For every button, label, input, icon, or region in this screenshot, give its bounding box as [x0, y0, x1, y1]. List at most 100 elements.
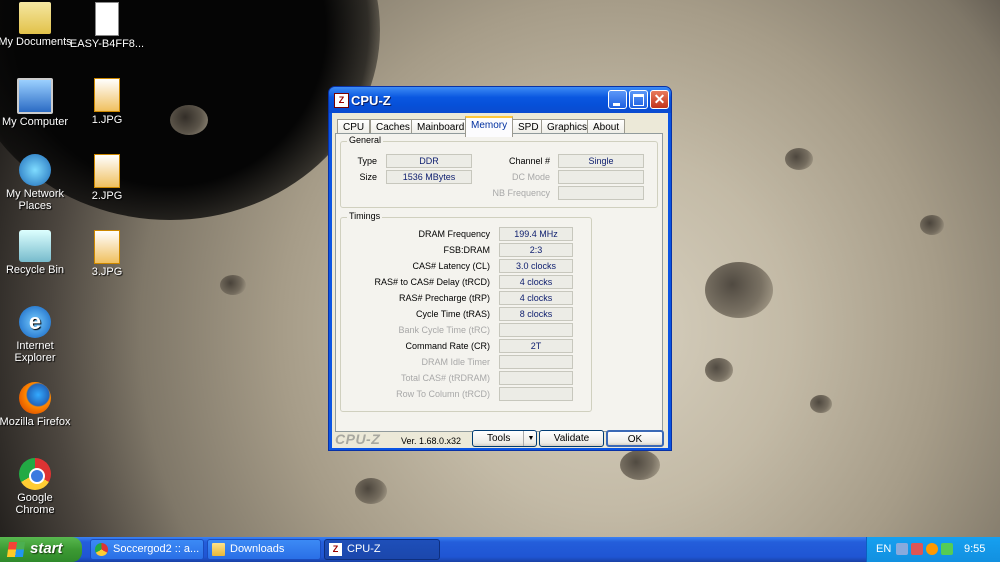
jpg-file-icon	[94, 154, 120, 188]
timing-value: 4 clocks	[499, 275, 573, 289]
close-button[interactable]: ✕	[650, 90, 669, 109]
firefox-icon	[19, 382, 51, 414]
nb-frequency-value	[558, 186, 644, 200]
tools-button-label: Tools	[487, 433, 511, 444]
crater	[220, 275, 246, 295]
timing-label: RAS# Precharge (tRP)	[398, 293, 490, 303]
desktop-icon-2-jpg[interactable]: 2.JPG	[62, 154, 152, 202]
dc-mode-label: DC Mode	[511, 172, 550, 182]
icon-label: 3.JPG	[91, 266, 123, 278]
timing-label: Bank Cycle Time (tRC)	[398, 325, 490, 335]
timing-value: 2:3	[499, 243, 573, 257]
tab-memory[interactable]: Memory	[465, 116, 514, 137]
tools-dropdown-button[interactable]: Tools ▼	[472, 430, 537, 447]
timing-label: DRAM Frequency	[418, 229, 490, 239]
icon-label: Mozilla Firefox	[0, 416, 71, 428]
desktop-icon-text-file[interactable]: EASY-B4FF8...	[62, 2, 152, 50]
type-value: DDR	[386, 154, 472, 168]
tray-network-icon[interactable]	[911, 543, 923, 555]
size-value: 1536 MBytes	[386, 170, 472, 184]
window-title: CPU-Z	[351, 93, 391, 108]
desktop-icon-3-jpg[interactable]: 3.JPG	[62, 230, 152, 278]
tray-update-icon[interactable]	[941, 543, 953, 555]
taskbar-item-chrome[interactable]: Soccergod2 :: a...	[90, 539, 204, 560]
timing-label: DRAM Idle Timer	[421, 357, 490, 367]
timing-value: 2T	[499, 339, 573, 353]
ok-button[interactable]: OK	[606, 430, 664, 447]
crater	[170, 105, 208, 135]
text-file-icon	[95, 2, 119, 36]
folder-icon	[212, 543, 225, 556]
taskbar-item-label: Downloads	[230, 543, 285, 555]
cpuz-window: Z CPU-Z ✕ CPU Caches Mainboard Memory SP…	[328, 86, 672, 451]
minimize-button[interactable]	[608, 90, 627, 109]
my-documents-icon	[19, 2, 51, 34]
dc-mode-value	[558, 170, 644, 184]
timings-group: Timings DRAM Frequency 199.4 MHz FSB:DRAM 2…	[340, 211, 592, 412]
chrome-icon	[19, 458, 51, 490]
internet-explorer-icon: e	[19, 306, 51, 338]
timing-label: Command Rate (CR)	[405, 341, 490, 351]
desktop: My Documents EASY-B4FF8... My Computer 1…	[0, 0, 1000, 537]
taskbar: start Soccergod2 :: a... Downloads Z CPU…	[0, 537, 1000, 562]
nb-frequency-label: NB Frequency	[492, 188, 550, 198]
channel-value: Single	[558, 154, 644, 168]
general-group-title: General	[347, 135, 384, 145]
crater	[705, 262, 773, 318]
icon-label: My Network Places	[5, 188, 65, 212]
desktop-icon-chrome[interactable]: Google Chrome	[0, 458, 80, 516]
taskbar-item-downloads[interactable]: Downloads	[207, 539, 321, 560]
start-button[interactable]: start	[0, 537, 82, 562]
size-label: Size	[359, 172, 377, 182]
crater	[810, 395, 832, 413]
timing-value: 8 clocks	[499, 307, 573, 321]
cpuz-app-icon[interactable]: Z	[334, 93, 349, 108]
crater	[620, 450, 660, 480]
timing-value	[499, 355, 573, 369]
desktop-icon-1-jpg[interactable]: 1.JPG	[62, 78, 152, 126]
timing-value: 3.0 clocks	[499, 259, 573, 273]
recycle-bin-icon	[19, 230, 51, 262]
channel-label: Channel #	[508, 156, 550, 166]
desktop-icon-firefox[interactable]: Mozilla Firefox	[0, 382, 80, 428]
taskbar-item-label: CPU-Z	[347, 543, 381, 555]
cpuz-icon: Z	[329, 543, 342, 556]
my-computer-icon	[17, 78, 53, 114]
icon-label: Google Chrome	[15, 492, 55, 516]
memory-panel: General Type DDR Size 1536 MBytes Channe…	[335, 133, 663, 432]
cpuz-brand-logo: CPU-Z	[335, 431, 381, 447]
windows-logo-icon	[6, 542, 26, 557]
version-label: Ver. 1.68.0.x32	[401, 436, 462, 446]
chrome-icon	[95, 543, 108, 556]
timing-label: Total CAS# (tRDRAM)	[400, 373, 490, 383]
tray-security-icon[interactable]	[926, 543, 938, 555]
chevron-down-icon[interactable]: ▼	[523, 431, 538, 446]
maximize-button[interactable]	[629, 90, 648, 109]
icon-label: 2.JPG	[91, 190, 123, 202]
timings-group-title: Timings	[347, 211, 383, 221]
crater	[355, 478, 387, 504]
general-group: General Type DDR Size 1536 MBytes Channe…	[340, 135, 658, 208]
validate-button[interactable]: Validate	[539, 430, 604, 447]
timing-value: 199.4 MHz	[499, 227, 573, 241]
timing-value: 4 clocks	[499, 291, 573, 305]
title-bar[interactable]: Z CPU-Z ✕	[329, 87, 671, 113]
window-footer: CPU-Z Ver. 1.68.0.x32 Tools ▼ Validate O…	[332, 430, 668, 448]
clock[interactable]: 9:55	[964, 543, 985, 555]
crater	[920, 215, 944, 235]
desktop-icon-internet-explorer[interactable]: e Internet Explorer	[0, 306, 80, 364]
close-icon: ✕	[653, 91, 666, 107]
crater	[785, 148, 813, 170]
network-places-icon	[19, 154, 51, 186]
language-indicator[interactable]: EN	[876, 543, 891, 555]
type-label: Type	[357, 156, 377, 166]
timing-label: FSB:DRAM	[443, 245, 490, 255]
timing-label: CAS# Latency (CL)	[412, 261, 490, 271]
timing-value	[499, 323, 573, 337]
tray-help-icon[interactable]	[896, 543, 908, 555]
taskbar-item-cpuz[interactable]: Z CPU-Z	[324, 539, 440, 560]
timing-label: Cycle Time (tRAS)	[415, 309, 490, 319]
timing-value	[499, 387, 573, 401]
window-client: CPU Caches Mainboard Memory SPD Graphics…	[332, 113, 668, 448]
crater	[705, 358, 733, 382]
